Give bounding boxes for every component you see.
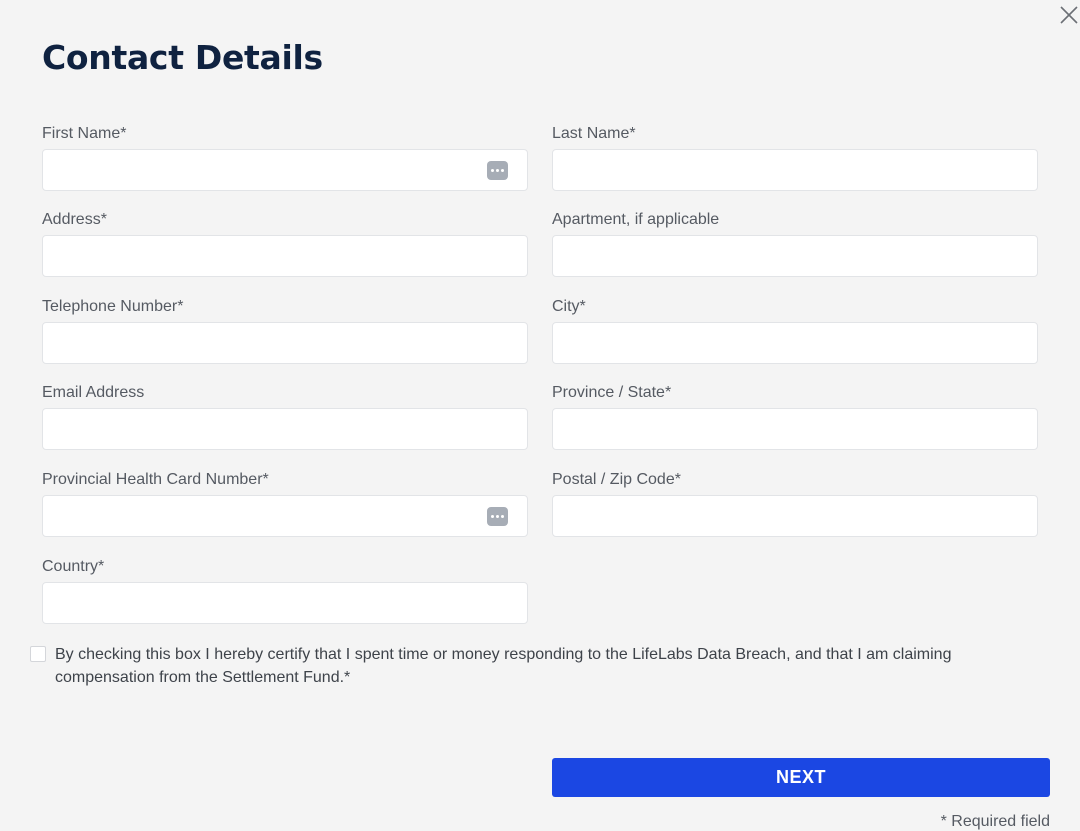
email-label: Email Address xyxy=(42,384,145,401)
last-name-label: Last Name* xyxy=(552,125,636,142)
first-name-group: First Name* xyxy=(42,124,528,191)
address-group: Address* xyxy=(42,210,528,277)
country-box xyxy=(42,582,528,624)
postal-label: Postal / Zip Code* xyxy=(552,471,681,488)
consent-checkbox[interactable] xyxy=(30,646,46,662)
province-input[interactable] xyxy=(553,409,1037,449)
email-box xyxy=(42,408,528,450)
city-label: City* xyxy=(552,298,586,315)
postal-group: Postal / Zip Code* xyxy=(552,470,1038,537)
province-box xyxy=(552,408,1038,450)
last-name-group: Last Name* xyxy=(552,124,1038,191)
first-name-input[interactable] xyxy=(43,150,527,190)
city-input[interactable] xyxy=(553,323,1037,363)
postal-box xyxy=(552,495,1038,537)
address-input[interactable] xyxy=(43,236,527,276)
first-name-label: First Name* xyxy=(42,125,127,142)
health-card-label: Provincial Health Card Number* xyxy=(42,471,269,488)
health-card-input[interactable] xyxy=(43,496,527,536)
last-name-input[interactable] xyxy=(553,150,1037,190)
country-label: Country* xyxy=(42,558,105,575)
apartment-group: Apartment, if applicable xyxy=(552,210,1038,277)
apartment-label: Apartment, if applicable xyxy=(552,211,720,228)
province-label: Province / State* xyxy=(552,384,672,401)
close-icon xyxy=(1060,6,1078,24)
email-group: Email Address xyxy=(42,383,528,450)
country-input[interactable] xyxy=(43,583,527,623)
consent-text: By checking this box I hereby certify th… xyxy=(55,646,952,686)
telephone-label: Telephone Number* xyxy=(42,298,184,315)
apartment-box xyxy=(552,235,1038,277)
health-card-group: Provincial Health Card Number* xyxy=(42,470,528,537)
address-label: Address* xyxy=(42,211,107,228)
password-manager-icon[interactable] xyxy=(487,507,508,526)
telephone-input[interactable] xyxy=(43,323,527,363)
city-box xyxy=(552,322,1038,364)
consent-row: By checking this box I hereby certify th… xyxy=(30,643,1040,689)
health-card-box xyxy=(42,495,528,537)
email-input[interactable] xyxy=(43,409,527,449)
last-name-box xyxy=(552,149,1038,191)
password-manager-icon[interactable] xyxy=(487,161,508,180)
page-title: Contact Details xyxy=(42,38,323,77)
required-field-note: * Required field xyxy=(940,813,1050,830)
province-group: Province / State* xyxy=(552,383,1038,450)
contact-details-dialog: Contact Details First Name* Last Name* A… xyxy=(0,0,1080,831)
telephone-box xyxy=(42,322,528,364)
postal-input[interactable] xyxy=(553,496,1037,536)
city-group: City* xyxy=(552,297,1038,364)
next-button[interactable]: NEXT xyxy=(552,758,1050,797)
close-button[interactable] xyxy=(1058,4,1080,26)
first-name-box xyxy=(42,149,528,191)
apartment-input[interactable] xyxy=(553,236,1037,276)
telephone-group: Telephone Number* xyxy=(42,297,528,364)
address-box xyxy=(42,235,528,277)
country-group: Country* xyxy=(42,557,528,624)
